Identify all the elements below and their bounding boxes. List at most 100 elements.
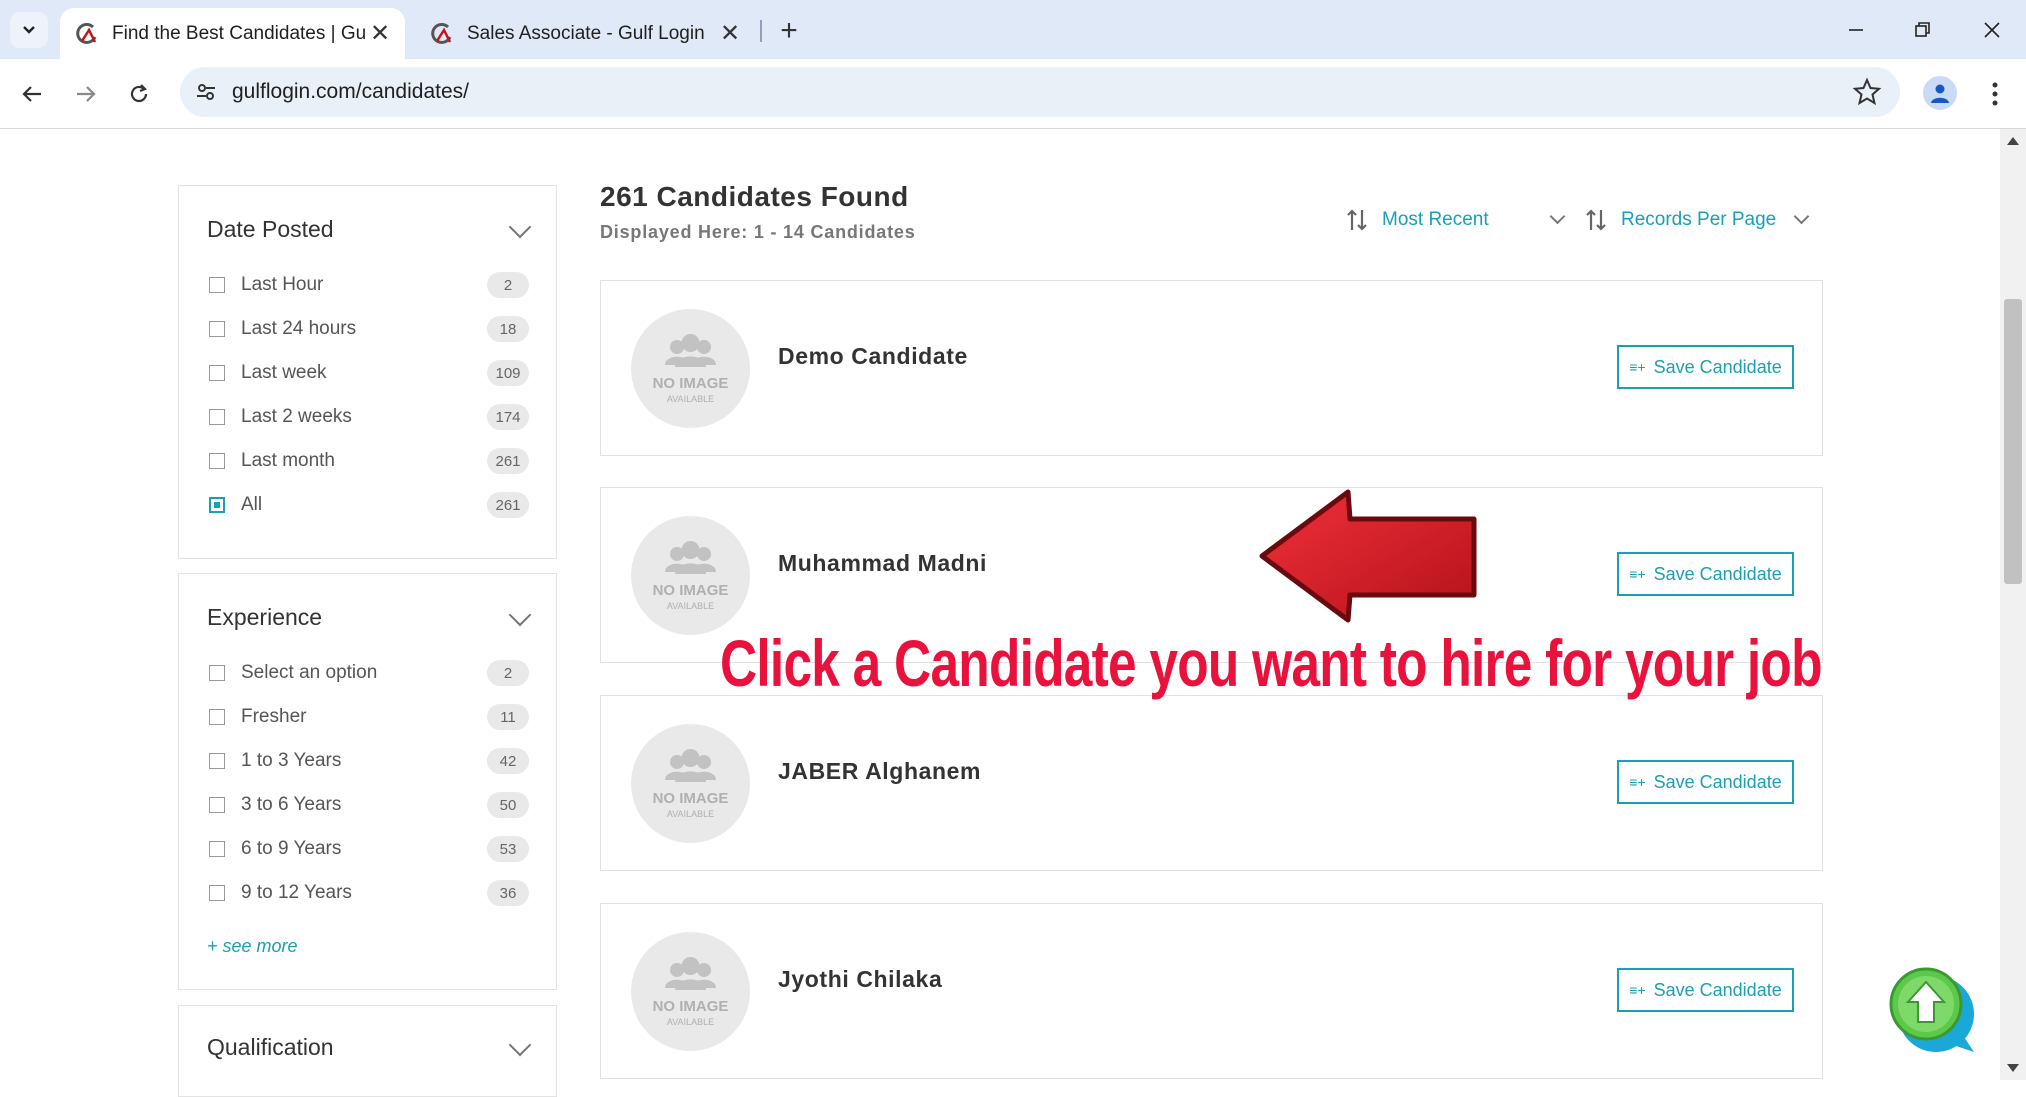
filter-option[interactable]: 6 to 9 Years 53 — [209, 834, 529, 864]
candidate-name[interactable]: Demo Candidate — [778, 343, 968, 370]
checkbox[interactable] — [209, 885, 225, 901]
option-label: All — [241, 494, 263, 515]
profile-avatar[interactable] — [1923, 76, 1957, 110]
save-candidate-button[interactable]: ≡+ Save Candidate — [1617, 552, 1794, 596]
option-label: Last 24 hours — [241, 318, 357, 339]
chevron-down-icon[interactable] — [508, 1033, 532, 1057]
close-tab-icon[interactable]: ✕ — [365, 19, 395, 49]
candidate-card[interactable]: NO IMAGE AVAILABLE Demo Candidate ≡+ Save… — [600, 280, 1823, 456]
address-bar[interactable]: gulflogin.com/candidates/ — [180, 67, 1900, 117]
site-settings-icon[interactable] — [190, 76, 222, 108]
chevron-down-icon[interactable] — [508, 215, 532, 239]
candidate-card[interactable]: NO IMAGE AVAILABLE Jyothi Chilaka ≡+ Save… — [600, 903, 1823, 1079]
checkbox[interactable] — [209, 277, 225, 293]
option-label: 6 to 9 Years — [241, 838, 342, 859]
filter-option[interactable]: Fresher 11 — [209, 702, 529, 732]
tab-sales-associate[interactable]: Sales Associate - Gulf Login ✕ — [415, 8, 755, 59]
filter-option[interactable]: 9 to 12 Years 36 — [209, 878, 529, 908]
save-label: Save Candidate — [1653, 771, 1782, 792]
tab-find-candidates[interactable]: Find the Best Candidates | Gulf ✕ — [60, 8, 405, 59]
checkbox[interactable] — [209, 665, 225, 681]
filter-option[interactable]: Last 24 hours 18 — [209, 314, 529, 344]
date-posted-filter: Date Posted Last Hour 2 Last 24 hours 18… — [178, 185, 557, 559]
save-label: Save Candidate — [1653, 979, 1782, 1000]
chevron-down-icon — [23, 26, 35, 34]
count-badge: 261 — [487, 448, 529, 474]
tab-title: Find the Best Candidates | Gulf — [112, 22, 365, 44]
filter-option[interactable]: Last Hour 2 — [209, 270, 529, 300]
filter-option[interactable]: 3 to 6 Years 50 — [209, 790, 529, 820]
tab-separator — [760, 20, 762, 42]
filter-option[interactable]: Last month 261 — [209, 446, 529, 476]
checkbox[interactable] — [209, 321, 225, 337]
list-add-icon: ≡+ — [1629, 982, 1646, 998]
checkbox[interactable] — [209, 841, 225, 857]
tab-search-button[interactable] — [10, 12, 48, 48]
list-add-icon: ≡+ — [1629, 359, 1646, 375]
close-window-button[interactable] — [1972, 10, 2012, 50]
arrow-left-icon — [22, 86, 41, 102]
option-label: Last month — [241, 450, 335, 471]
scroll-to-top-button[interactable] — [1884, 964, 1980, 1060]
checkbox[interactable] — [209, 753, 225, 769]
candidate-name[interactable]: JABER Alghanem — [778, 758, 981, 785]
scroll-down-arrow-icon[interactable] — [2007, 1064, 2019, 1072]
svg-text:NO IMAGE: NO IMAGE — [653, 375, 729, 392]
sort-icon — [1586, 209, 1606, 231]
checkbox[interactable] — [209, 709, 225, 725]
results-count-title: 261 Candidates Found — [600, 181, 909, 212]
bookmark-star-icon[interactable] — [1852, 77, 1882, 107]
save-candidate-button[interactable]: ≡+ Save Candidate — [1617, 345, 1794, 389]
candidate-name[interactable]: Jyothi Chilaka — [778, 966, 942, 993]
checkbox[interactable] — [209, 797, 225, 813]
option-label: Last Hour — [241, 274, 324, 295]
reload-button[interactable] — [119, 74, 159, 114]
close-tab-icon[interactable]: ✕ — [715, 19, 745, 49]
new-tab-button[interactable]: + — [772, 14, 806, 48]
records-per-page-dropdown[interactable]: Records Per Page — [1585, 205, 1810, 235]
save-candidate-button[interactable]: ≡+ Save Candidate — [1617, 968, 1794, 1012]
filter-option[interactable]: Select an option 2 — [209, 658, 529, 688]
url-text: gulflogin.com/candidates/ — [232, 80, 469, 103]
filter-option[interactable]: Last week 109 — [209, 358, 529, 388]
filter-option[interactable]: 1 to 3 Years 42 — [209, 746, 529, 776]
scrollbar-thumb[interactable] — [2004, 299, 2022, 584]
minimize-button[interactable] — [1836, 10, 1876, 50]
filter-option[interactable]: All 261 — [209, 490, 529, 520]
checkbox-checked[interactable] — [209, 497, 225, 513]
sort-label: Most Recent — [1382, 209, 1489, 230]
forward-button[interactable] — [66, 74, 106, 114]
option-label: Select an option — [241, 662, 378, 683]
chevron-down-icon[interactable] — [508, 603, 532, 627]
browser-menu-button[interactable] — [1980, 76, 2010, 112]
list-add-icon: ≡+ — [1629, 566, 1646, 582]
sort-dropdown[interactable]: Most Recent — [1346, 205, 1566, 235]
experience-filter: Experience Select an option 2 Fresher 11… — [178, 573, 557, 990]
count-badge: 261 — [487, 492, 529, 518]
chevron-down-icon — [1793, 208, 1810, 225]
filter-option[interactable]: Last 2 weeks 174 — [209, 402, 529, 432]
restore-icon — [1915, 22, 1930, 37]
checkbox[interactable] — [209, 365, 225, 381]
per-page-label: Records Per Page — [1621, 209, 1777, 230]
save-candidate-button[interactable]: ≡+ Save Candidate — [1617, 760, 1794, 804]
toolbar-divider — [0, 128, 2026, 129]
count-badge: 2 — [487, 660, 529, 686]
checkbox[interactable] — [209, 453, 225, 469]
scroll-up-arrow-icon[interactable] — [2007, 137, 2019, 145]
back-button[interactable] — [12, 74, 52, 114]
count-badge: 174 — [487, 404, 529, 430]
count-badge: 36 — [487, 880, 529, 906]
candidate-card[interactable]: NO IMAGE AVAILABLE JABER Alghanem ≡+ Save… — [600, 695, 1823, 871]
chevron-down-icon — [1549, 208, 1566, 225]
checkbox[interactable] — [209, 409, 225, 425]
save-label: Save Candidate — [1653, 356, 1782, 377]
see-more-link[interactable]: + see more — [207, 936, 298, 957]
count-badge: 18 — [487, 316, 529, 342]
browser-toolbar: gulflogin.com/candidates/ — [0, 59, 2026, 129]
tab-strip: Find the Best Candidates | Gulf ✕ Sales … — [0, 0, 2026, 59]
restore-button[interactable] — [1903, 10, 1943, 50]
svg-text:AVAILABLE: AVAILABLE — [667, 394, 714, 404]
page-scrollbar[interactable] — [2000, 129, 2026, 1080]
candidate-name[interactable]: Muhammad Madni — [778, 550, 987, 577]
